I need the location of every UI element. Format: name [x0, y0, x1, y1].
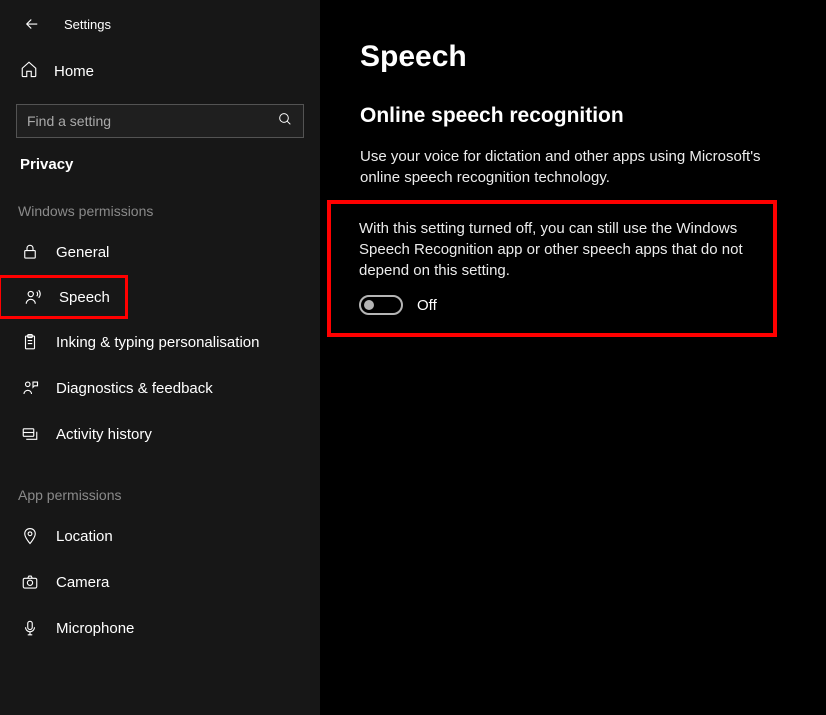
group-header-app: App permissions: [0, 457, 320, 513]
sidebar-item-label: Location: [56, 528, 113, 545]
section-title: Online speech recognition: [360, 104, 786, 128]
sidebar-item-diagnostics[interactable]: Diagnostics & feedback: [0, 365, 320, 411]
sidebar-item-label: Camera: [56, 574, 109, 591]
arrow-left-icon: [23, 15, 41, 33]
toggle-thumb: [364, 300, 374, 310]
clipboard-icon: [20, 332, 40, 352]
page-title: Speech: [360, 40, 786, 74]
sidebar-item-home[interactable]: Home: [0, 52, 320, 90]
lock-icon: [20, 242, 40, 262]
sidebar-item-location[interactable]: Location: [0, 513, 320, 559]
sidebar-item-speech[interactable]: Speech: [0, 275, 128, 319]
person-speech-icon: [23, 287, 43, 307]
sidebar-item-activity[interactable]: Activity history: [0, 411, 320, 457]
camera-icon: [20, 572, 40, 592]
sidebar: Settings Home Privacy Windows permission…: [0, 0, 320, 715]
online-speech-toggle[interactable]: [359, 295, 403, 315]
toggle-state-label: Off: [417, 297, 437, 314]
sidebar-item-camera[interactable]: Camera: [0, 559, 320, 605]
app-title: Settings: [64, 17, 111, 32]
toggle-row: Off: [359, 295, 755, 315]
highlighted-setting-box: With this setting turned off, you can st…: [327, 200, 777, 337]
search-icon: [277, 111, 293, 132]
sidebar-item-label: Speech: [59, 289, 110, 306]
home-icon: [20, 60, 38, 82]
microphone-icon: [20, 618, 40, 638]
sidebar-item-label: Diagnostics & feedback: [56, 380, 213, 397]
section-description: Use your voice for dictation and other a…: [360, 146, 786, 188]
sidebar-item-label: Inking & typing personalisation: [56, 334, 259, 351]
titlebar: Settings: [0, 14, 320, 52]
sidebar-item-label: Microphone: [56, 620, 134, 637]
group-header-windows: Windows permissions: [0, 173, 320, 229]
search-input[interactable]: [27, 113, 277, 129]
sidebar-item-label: Home: [54, 63, 94, 80]
toggle-description: With this setting turned off, you can st…: [359, 218, 755, 281]
feedback-icon: [20, 378, 40, 398]
back-button[interactable]: [22, 14, 42, 34]
content-area: Speech Online speech recognition Use you…: [320, 0, 826, 715]
sidebar-item-label: General: [56, 244, 109, 261]
sidebar-section-privacy: Privacy: [0, 138, 320, 173]
sidebar-item-general[interactable]: General: [0, 229, 320, 275]
activity-history-icon: [20, 424, 40, 444]
location-icon: [20, 526, 40, 546]
sidebar-item-microphone[interactable]: Microphone: [0, 605, 320, 651]
sidebar-item-inking[interactable]: Inking & typing personalisation: [0, 319, 320, 365]
search-box[interactable]: [16, 104, 304, 138]
sidebar-item-label: Activity history: [56, 426, 152, 443]
